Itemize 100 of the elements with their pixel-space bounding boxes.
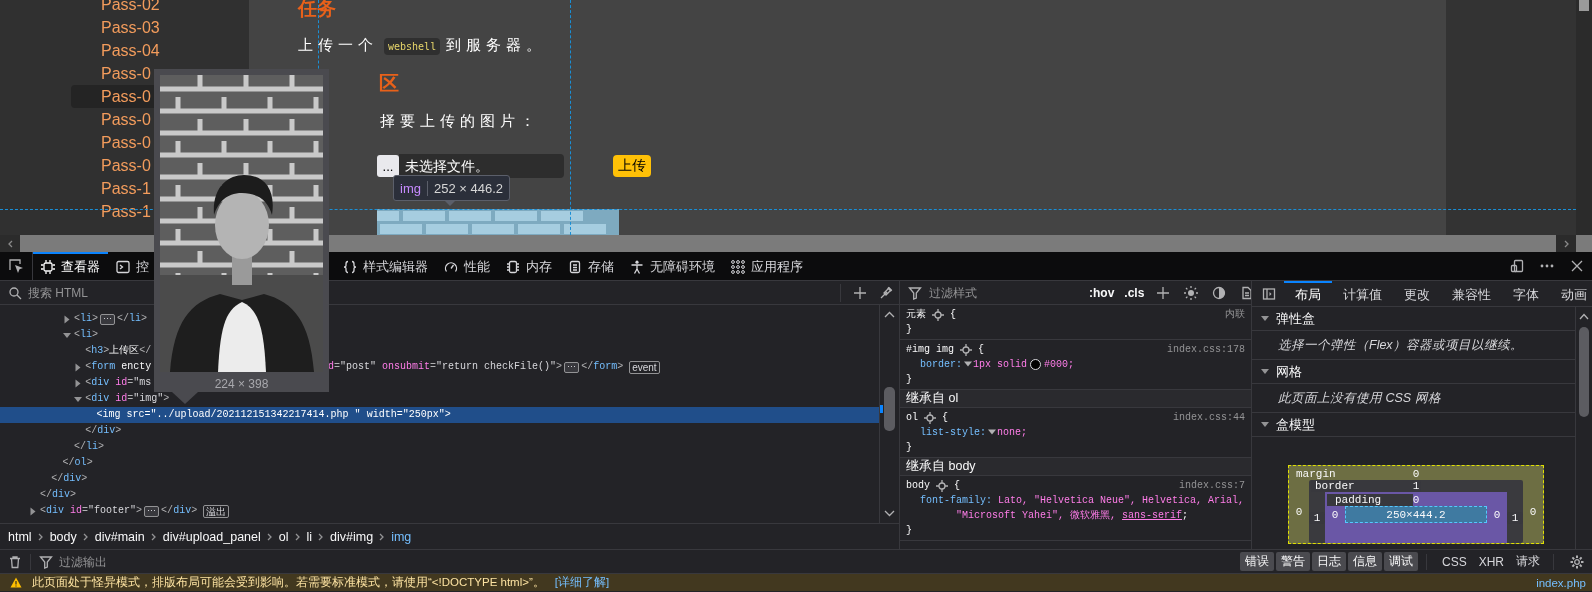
source-link[interactable]: 内联 [1225,307,1245,322]
log-level-toggle[interactable]: 日志 [1311,552,1346,571]
log-level-toggle[interactable]: 警告 [1275,552,1310,571]
markup-line[interactable]: <h3>上传区</ [0,343,152,359]
markup-line[interactable]: <div id="img"> [0,391,170,407]
request-type-toggle[interactable]: 请求 [1511,552,1545,571]
search-field[interactable]: 搜索 HTML [26,284,834,301]
page-icon [1240,285,1251,300]
twisty-icon[interactable] [1260,420,1270,429]
markup-line[interactable]: </li> [0,439,104,455]
breadcrumb[interactable]: div#img [330,529,374,544]
log-level-toggle[interactable]: 调试 [1383,552,1418,571]
pseudo-class-toggle[interactable]: .cls [1120,285,1149,300]
source-link[interactable]: index.php [1536,576,1586,589]
markup-line[interactable]: <li> ⋯ </li> [0,311,147,327]
tool-tab[interactable]: 内存 [498,252,560,280]
source-link[interactable]: index.css:7 [1179,478,1245,493]
filter-field[interactable]: 过滤输出 [57,553,221,570]
twisty-icon[interactable] [73,394,84,404]
tool-tab[interactable]: 无障碍环境 [622,252,723,280]
tool-tab[interactable]: 性能 [436,252,498,280]
box-value: 0 [1412,494,1420,506]
twisty-icon[interactable] [73,378,83,388]
markup-line[interactable]: </div> [0,487,77,503]
breadcrumb[interactable]: ol [278,529,289,544]
expand-triangle-icon[interactable] [964,360,972,369]
target-icon[interactable] [960,343,972,356]
prompt-text: 择要上传的图片： [380,111,540,131]
sidebar-link[interactable]: Pass-03 [71,16,249,39]
learn-more-link[interactable]: [详细了解] [554,575,610,590]
sidebar-link[interactable]: Pass-04 [71,39,249,62]
markup-line[interactable]: <div id="ms [0,375,152,391]
terminal-icon [116,260,130,274]
markup-line[interactable]: </ol> [0,455,93,471]
twisty-icon[interactable] [28,506,38,516]
panel-tab[interactable]: 兼容性 [1441,281,1502,306]
frame-icon [41,260,55,274]
chevron-up-icon[interactable] [1579,313,1589,320]
panel-tab[interactable]: 计算值 [1332,281,1393,306]
log-level-toggle[interactable]: 错误 [1239,552,1274,571]
breadcrumb[interactable]: div#upload_panel [162,529,261,544]
markup-line[interactable]: </div> [0,471,88,487]
tool-tab[interactable]: 存储 [560,252,622,280]
warning-icon [10,577,22,588]
search-icon [8,285,22,300]
css-selector: body [906,479,930,493]
scrollbar-thumb[interactable] [1579,0,1589,11]
markup-line[interactable]: <div id="footer"> ⋯ </div> 溢出 [0,503,230,519]
twisty-icon[interactable] [61,330,72,340]
target-icon[interactable] [936,479,948,492]
target-icon[interactable] [932,308,944,321]
twisty-icon[interactable] [62,314,72,324]
css-declaration: list-style: none; [919,426,1029,440]
box-value: 0 [1330,508,1340,521]
request-type-toggle[interactable]: XHR [1473,553,1509,570]
twisty-icon[interactable] [1260,367,1270,376]
panel-tab[interactable]: 字体 [1502,281,1550,306]
source-link[interactable]: index.css:178 [1167,342,1245,357]
tool-tab[interactable]: 查看器 [33,252,108,280]
content-box: 250×444.2 [1345,506,1487,523]
scrollbar-thumb[interactable] [884,387,895,431]
breadcrumb[interactable]: body [49,529,77,544]
source-link[interactable]: index.css:44 [1173,410,1245,425]
chevron-up-icon[interactable] [884,311,895,318]
breadcrumb[interactable]: div#main [94,529,145,544]
tool-tab[interactable]: 应用程序 [723,252,811,280]
gauge-icon [444,260,458,274]
css-selector: ol [906,411,918,425]
breadcrumb[interactable]: li [306,529,313,544]
breadcrumb[interactable]: img [391,529,412,544]
chevron-down-icon[interactable] [884,510,895,517]
upload-button[interactable]: 上传 [613,155,651,177]
inherited-header: 继承自 body [900,458,1251,476]
markup-line[interactable]: </div> [0,423,122,439]
box-value: 0 [1492,508,1502,521]
chevron-icon [294,531,301,542]
filter-field[interactable]: 过滤样式 [927,284,1081,301]
chip-icon [506,260,520,274]
color-swatch[interactable] [1030,358,1042,370]
pseudo-class-toggle[interactable]: :hov [1085,285,1119,300]
plus-icon [1156,285,1171,300]
clear-button[interactable] [8,554,22,569]
log-level-toggle[interactable]: 信息 [1347,552,1382,571]
tool-tab[interactable]: 样式编辑器 [335,252,436,280]
chevron-icon [266,531,273,542]
filter-icon [39,554,53,569]
scrollbar-thumb[interactable] [1579,327,1589,417]
target-icon[interactable] [924,411,936,424]
panel-tab[interactable]: 动画 [1550,281,1592,306]
size-tooltip: img 252 × 446.2 [393,175,510,201]
browse-button[interactable]: ... [377,155,399,177]
tool-tab[interactable]: 控 [108,252,157,280]
expand-triangle-icon[interactable] [988,428,996,437]
twisty-icon[interactable] [1260,314,1270,323]
twisty-icon[interactable] [73,362,83,372]
box-label: padding [1327,494,1413,506]
request-type-toggle[interactable]: CSS [1436,553,1472,570]
markup-line[interactable]: <li> [0,327,98,343]
panel-tab[interactable]: 更改 [1393,281,1441,306]
breadcrumb[interactable]: html [8,529,32,544]
